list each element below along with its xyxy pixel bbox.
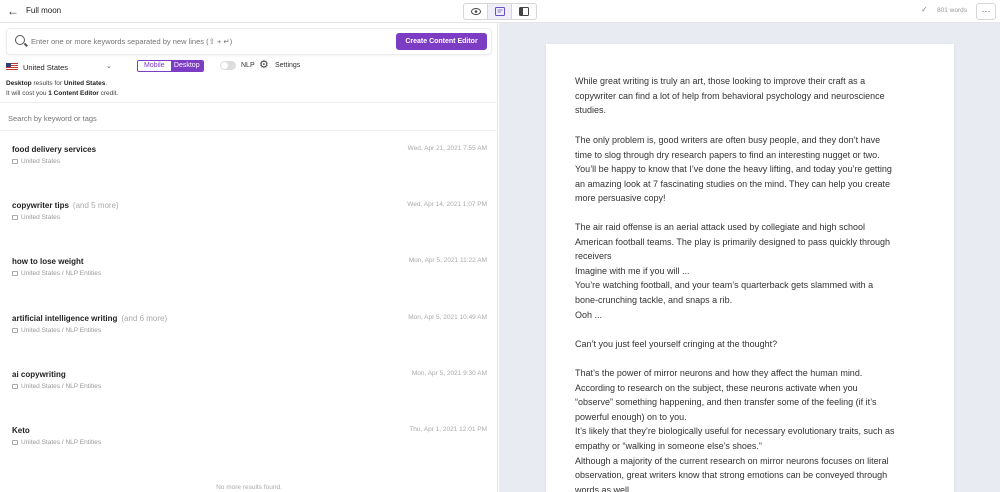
query-date: Thu, Apr 1, 2021 12:01 PM <box>409 426 487 433</box>
filter-input[interactable] <box>8 114 308 123</box>
query-name: ai copywriting <box>12 370 66 379</box>
paragraph: The air raid offense is an aerial attack… <box>575 222 890 320</box>
desktop-option[interactable]: Desktop <box>170 61 203 71</box>
query-meta: United States / NLP Entities <box>21 439 102 446</box>
settings-link[interactable]: Settings <box>275 62 300 69</box>
sidebar-mode-button[interactable] <box>512 4 536 19</box>
content-editor-panel: Create Content Editor United States ⌄ Mo… <box>0 23 498 492</box>
query-date: Mon, Apr 5, 2021 10:49 AM <box>408 314 487 321</box>
check-icon: ✓ <box>921 5 928 14</box>
us-flag-icon <box>6 63 18 71</box>
mobile-option[interactable]: Mobile <box>138 61 171 71</box>
create-content-editor-button[interactable]: Create Content Editor <box>396 33 487 50</box>
sidebar-icon <box>519 7 529 16</box>
gear-icon[interactable]: ⚙ <box>259 59 269 71</box>
paragraph: While great writing is truly an art, tho… <box>575 76 885 116</box>
query-date: Wed, Apr 14, 2021 1:07 PM <box>407 201 487 208</box>
monitor-icon <box>12 384 18 389</box>
paragraph: Can’t you just feel yourself cringing at… <box>575 339 778 349</box>
split-mode-button[interactable] <box>488 4 512 19</box>
country-select[interactable]: United States <box>6 62 68 72</box>
query-item[interactable]: copywriter tips (and 5 more) United State… <box>0 201 498 253</box>
word-count: 801 words <box>937 7 967 14</box>
query-name: copywriter tips <box>12 201 69 210</box>
query-more: (and 6 more) <box>121 314 168 323</box>
document-page[interactable]: While great writing is truly an art, tho… <box>546 44 954 492</box>
eye-icon <box>470 8 481 15</box>
query-date: Wed, Apr 21, 2021 7:55 AM <box>407 145 487 152</box>
query-meta: United States / NLP Entities <box>21 270 102 277</box>
results-info: Desktop results for United States. <box>6 80 108 87</box>
query-name: food delivery services <box>12 145 97 154</box>
credit-info: It will cost you 1 Content Editor credit… <box>6 90 119 97</box>
view-mode-toggle <box>463 3 537 20</box>
monitor-icon <box>12 271 18 276</box>
divider <box>0 102 498 103</box>
paragraph: That’s the power of mirror neurons and h… <box>575 368 895 492</box>
query-name: how to lose weight <box>12 257 84 266</box>
query-item[interactable]: Keto United States / NLP Entities Thu, A… <box>0 426 498 478</box>
query-meta: United States <box>21 158 61 165</box>
query-meta: United States <box>21 214 61 221</box>
keyword-search-box: Create Content Editor <box>6 28 492 55</box>
chevron-down-icon[interactable]: ⌄ <box>106 62 112 70</box>
divider <box>0 130 498 131</box>
editor-mode-icon <box>494 7 505 16</box>
query-more: (and 5 more) <box>72 201 119 210</box>
query-name: Keto <box>12 426 30 435</box>
no-more-results: No more results found. <box>216 484 282 491</box>
document-editor-area: While great writing is truly an art, tho… <box>499 23 1000 492</box>
back-arrow-icon[interactable]: ← <box>7 4 19 18</box>
preview-mode-button[interactable] <box>464 4 488 19</box>
query-item[interactable]: artificial intelligence writing (and 6 mo… <box>0 314 498 366</box>
query-name: artificial intelligence writing <box>12 314 118 323</box>
search-icon <box>15 35 25 45</box>
query-meta: United States / NLP Entities <box>21 327 102 334</box>
query-item[interactable]: food delivery services United States Wed… <box>0 145 498 197</box>
country-label: United States <box>23 62 69 72</box>
query-item[interactable]: ai copywriting United States / NLP Entit… <box>0 370 498 422</box>
top-bar: ← Full moon ✓ 801 words ··· <box>0 0 1000 23</box>
query-date: Mon, Apr 5, 2021 9:30 AM <box>411 370 487 377</box>
more-options-button[interactable]: ··· <box>976 3 996 20</box>
monitor-icon <box>12 328 18 333</box>
nlp-toggle[interactable] <box>220 61 236 70</box>
monitor-icon <box>12 159 18 164</box>
paragraph: The only problem is, good writers are of… <box>575 135 892 204</box>
query-meta: United States / NLP Entities <box>21 383 102 390</box>
nlp-label: NLP <box>241 62 255 69</box>
document-title: Full moon <box>26 6 62 15</box>
keyword-input[interactable] <box>31 37 391 46</box>
query-date: Mon, Apr 5, 2021 11:22 AM <box>408 257 487 264</box>
monitor-icon <box>12 215 18 220</box>
monitor-icon <box>12 440 18 445</box>
query-item[interactable]: how to lose weight United States / NLP E… <box>0 257 498 309</box>
device-toggle: Mobile Desktop <box>137 60 204 72</box>
